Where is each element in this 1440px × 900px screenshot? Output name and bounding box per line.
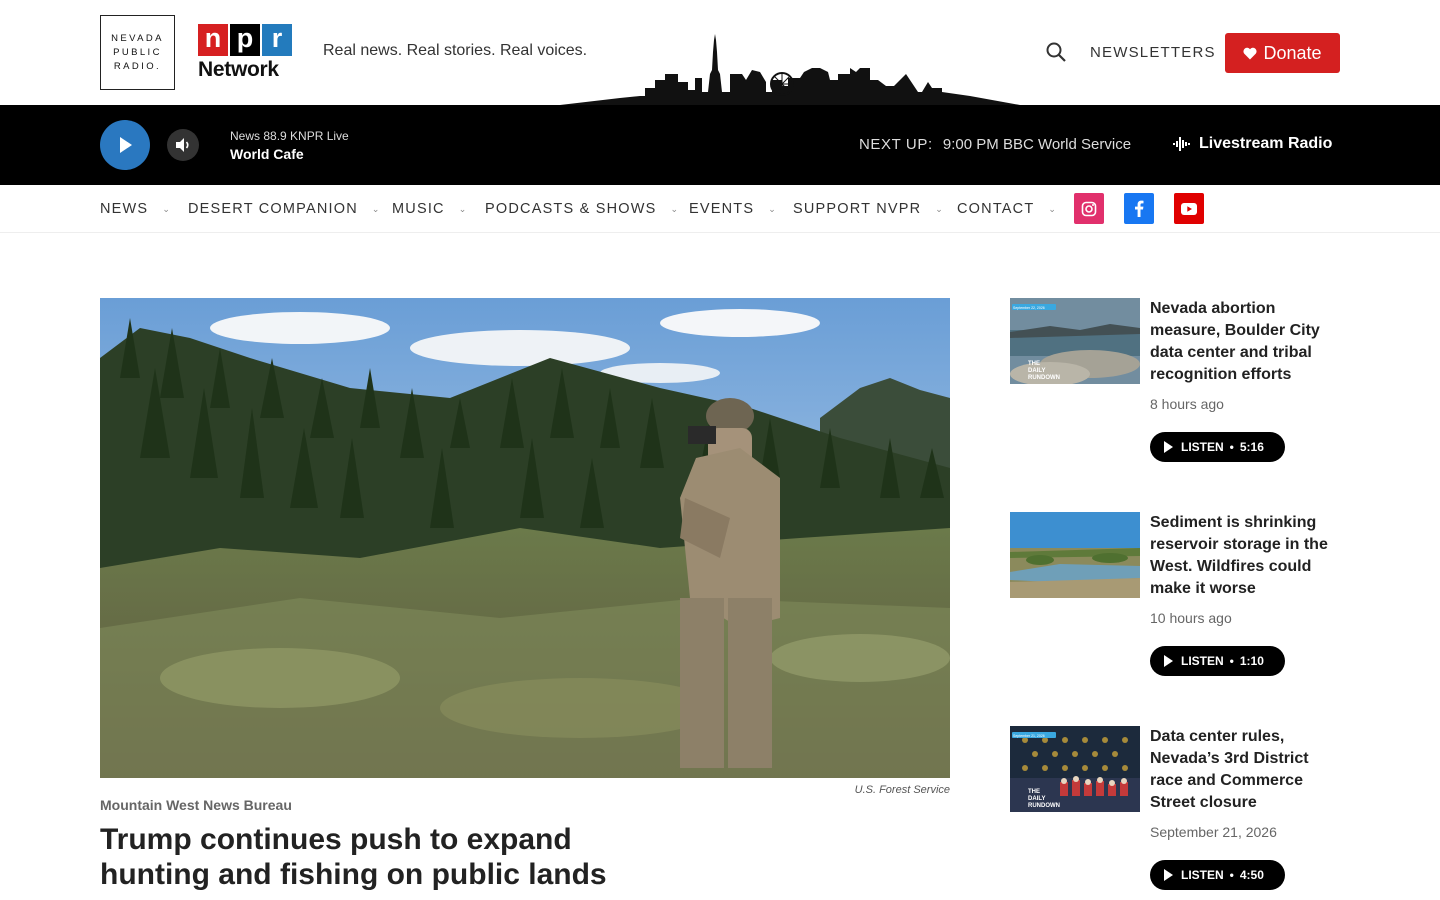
listen-button[interactable]: LISTEN • 1:10: [1150, 646, 1285, 676]
nav-item-support-nvpr[interactable]: SUPPORT NVPR ⌄: [793, 201, 944, 217]
logo-line: RADIO.: [113, 60, 162, 72]
main-story-headline[interactable]: Trump continues push to expand hunting a…: [100, 822, 660, 892]
facebook-icon[interactable]: [1124, 193, 1154, 224]
youtube-icon[interactable]: [1174, 193, 1204, 224]
npr-letter-boxes: n p r: [198, 24, 292, 56]
svg-text:September 21, 2026: September 21, 2026: [1013, 734, 1045, 738]
svg-text:THE: THE: [1028, 789, 1040, 795]
next-up: NEXT UP: 9:00 PM BBC World Service: [859, 136, 1131, 153]
chevron-down-icon: ⌄: [458, 203, 468, 214]
nav-label: NEWS: [100, 201, 149, 217]
story-thumbnail[interactable]: September 21, 2026 THE DAILY RUNDOWN: [1010, 726, 1140, 812]
chevron-down-icon: ⌄: [371, 203, 381, 214]
las-vegas-skyline-icon: [560, 34, 1020, 105]
nav-label: SUPPORT NVPR: [793, 201, 922, 217]
livestream-label: Livestream Radio: [1199, 135, 1333, 152]
audio-wave-icon: [1173, 137, 1190, 151]
npr-network-logo[interactable]: n p r Network: [198, 24, 292, 82]
livestream-radio-link[interactable]: Livestream Radio: [1173, 135, 1332, 153]
sidebar-story-time: 10 hours ago: [1150, 610, 1232, 626]
listen-duration: 4:50: [1239, 868, 1264, 882]
sidebar-story: Sediment is shrinking reservoir storage …: [1010, 512, 1340, 682]
svg-text:September 22, 2026: September 22, 2026: [1013, 306, 1045, 310]
listen-duration: 1:10: [1239, 654, 1264, 668]
play-button[interactable]: [100, 120, 150, 170]
story-kicker[interactable]: Mountain West News Bureau: [100, 797, 292, 813]
donate-button[interactable]: Donate: [1225, 33, 1340, 73]
npr-network-text: Network: [198, 58, 279, 81]
station-name: News 88.9 KNPR Live: [230, 129, 349, 143]
npr-letter-r: r: [262, 24, 292, 56]
image-credit: U.S. Forest Service: [854, 784, 950, 796]
current-program: World Cafe: [230, 146, 304, 162]
sidebar-story-time: September 21, 2026: [1150, 824, 1277, 840]
play-icon: [1164, 441, 1173, 453]
next-up-time: 9:00 PM: [942, 136, 999, 153]
logo-line: PUBLIC: [113, 46, 162, 58]
nav-label: EVENTS: [689, 201, 755, 217]
listen-label: LISTEN: [1181, 654, 1224, 668]
heart-icon: [1243, 47, 1258, 59]
listen-button[interactable]: LISTEN • 4:50: [1150, 860, 1285, 890]
dot-separator: •: [1229, 440, 1234, 454]
chevron-down-icon: ⌄: [162, 203, 172, 214]
listen-label: LISTEN: [1181, 868, 1224, 882]
dot-separator: •: [1229, 654, 1234, 668]
live-player-bar: News 88.9 KNPR Live World Cafe NEXT UP: …: [0, 105, 1440, 185]
sidebar-story-title[interactable]: Sediment is shrinking reservoir storage …: [1150, 512, 1330, 600]
chevron-down-icon: ⌄: [768, 203, 777, 214]
sidebar-story-time: 8 hours ago: [1150, 396, 1224, 412]
chevron-down-icon: ⌄: [670, 203, 680, 214]
listen-duration: 5:16: [1239, 440, 1264, 454]
nav-label: CONTACT: [957, 201, 1035, 217]
sidebar-story: September 21, 2026 THE DAILY RUNDOWN Dat…: [1010, 726, 1340, 896]
nav-label: MUSIC: [392, 201, 445, 217]
listen-label: LISTEN: [1181, 440, 1224, 454]
nav-item-desert-companion[interactable]: DESERT COMPANION ⌄: [188, 201, 381, 217]
listen-button[interactable]: LISTEN • 5:16: [1150, 432, 1285, 462]
main-story-image[interactable]: [100, 298, 950, 778]
nevada-public-radio-logo[interactable]: NEVADA PUBLIC RADIO.: [100, 15, 175, 90]
svg-text:DAILY: DAILY: [1028, 796, 1045, 802]
tagline: Real news. Real stories. Real voices.: [323, 42, 588, 59]
newsletters-link[interactable]: NEWSLETTERS: [1090, 44, 1216, 61]
dot-separator: •: [1229, 868, 1234, 882]
main-navigation: NEWS ⌄ DESERT COMPANION ⌄ MUSIC ⌄ PODCASTS …: [0, 185, 1440, 233]
logo-line: NEVADA: [111, 32, 164, 44]
play-icon: [1164, 869, 1173, 881]
svg-text:RUNDOWN: RUNDOWN: [1028, 803, 1060, 809]
sidebar-story: September 22, 2026 THE DAILY RUNDOWN Nev…: [1010, 298, 1340, 468]
svg-text:DAILY: DAILY: [1028, 368, 1045, 374]
nav-item-contact[interactable]: CONTACT ⌄: [957, 201, 1057, 217]
instagram-icon[interactable]: [1074, 193, 1104, 224]
npr-letter-p: p: [230, 24, 260, 56]
search-icon[interactable]: [1044, 40, 1068, 64]
chevron-down-icon: ⌄: [1048, 203, 1058, 214]
volume-icon: [176, 138, 189, 152]
nav-item-music[interactable]: MUSIC ⌄: [392, 201, 467, 217]
chevron-down-icon: ⌄: [935, 203, 945, 214]
volume-button[interactable]: [167, 129, 199, 161]
svg-text:RUNDOWN: RUNDOWN: [1028, 375, 1060, 381]
nav-item-news[interactable]: NEWS ⌄: [100, 201, 171, 217]
site-header: NEVADA PUBLIC RADIO. n p r Network Real …: [0, 0, 1440, 105]
play-icon: [1164, 655, 1173, 667]
story-thumbnail[interactable]: [1010, 512, 1140, 598]
story-thumbnail[interactable]: September 22, 2026 THE DAILY RUNDOWN: [1010, 298, 1140, 384]
next-up-show: BBC World Service: [1002, 136, 1132, 153]
nav-item-events[interactable]: EVENTS ⌄: [689, 201, 777, 217]
nav-item-podcasts-shows[interactable]: PODCASTS & SHOWS ⌄: [485, 201, 679, 217]
nav-label: PODCASTS & SHOWS: [485, 201, 657, 217]
sidebar-story-title[interactable]: Data center rules, Nevada’s 3rd District…: [1150, 726, 1330, 814]
sidebar-story-title[interactable]: Nevada abortion measure, Boulder City da…: [1150, 298, 1330, 386]
nav-label: DESERT COMPANION: [188, 201, 358, 217]
donate-label: Donate: [1263, 42, 1322, 63]
next-up-label: NEXT UP:: [859, 136, 933, 153]
npr-letter-n: n: [198, 24, 228, 56]
svg-text:THE: THE: [1028, 361, 1040, 367]
play-icon: [120, 137, 132, 153]
